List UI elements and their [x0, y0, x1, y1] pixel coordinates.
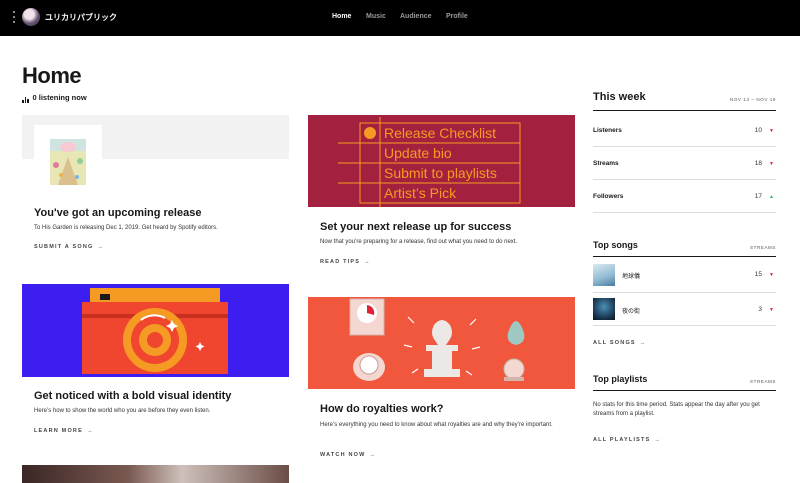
all-songs-link[interactable]: ALL SONGS → [593, 340, 645, 346]
card-description: To His Garden is releasing Dec 1, 2019. … [34, 225, 218, 231]
checklist-item-4: Artist’s Pick [384, 185, 457, 201]
song-artwork [593, 264, 615, 286]
divider [593, 292, 776, 293]
royalties-card[interactable]: How do royalties work? Here’s everything… [308, 297, 575, 462]
arrow-right-icon: → [654, 437, 660, 443]
nav-tab-profile[interactable]: Profile [446, 13, 468, 20]
listeners-value: 10 [754, 127, 762, 134]
divider [593, 212, 776, 213]
nav-tab-home[interactable]: Home [332, 13, 351, 20]
trend-down-icon: ▼ [769, 161, 774, 167]
royalties-image [308, 297, 575, 389]
arrow-right-icon: → [369, 452, 376, 458]
card-description: Now that you’re preparing for a release,… [320, 239, 518, 245]
song-title[interactable]: 夜の街 [622, 306, 640, 315]
song-title[interactable]: 地球儀 [622, 271, 640, 280]
song-streams: 15 [754, 271, 762, 278]
divider [593, 146, 776, 147]
more-menu-icon[interactable] [12, 11, 16, 25]
card-title: Get noticed with a bold visual identity [34, 390, 232, 402]
next-card-image[interactable] [22, 465, 289, 483]
followers-label: Followers [593, 193, 624, 200]
card-title: You've got an upcoming release [34, 207, 202, 219]
upcoming-release-card[interactable]: You've got an upcoming release To His Ga… [22, 115, 289, 250]
arrow-right-icon: → [86, 428, 93, 434]
release-tips-card[interactable]: Release Checklist Update bio Submit to p… [308, 115, 575, 270]
top-songs-title: Top songs [593, 240, 638, 250]
arrow-right-icon: → [97, 244, 104, 250]
all-playlists-link[interactable]: ALL PLAYLISTS → [593, 437, 660, 443]
divider [593, 390, 776, 391]
divider [593, 256, 776, 257]
song-streams: 3 [758, 306, 762, 313]
divider [593, 110, 776, 111]
camera-image [22, 284, 289, 377]
artist-name[interactable]: ユリカリパブリック [45, 12, 117, 23]
top-playlists-title: Top playlists [593, 374, 648, 384]
arrow-right-icon: → [364, 259, 370, 265]
streams-label: Streams [593, 160, 619, 167]
followers-value: 17 [754, 193, 762, 200]
release-artwork [34, 125, 102, 197]
submit-song-link[interactable]: SUBMIT A SONG → [34, 244, 103, 250]
card-title: Set your next release up for success [320, 221, 512, 233]
this-week-title: This week [593, 91, 646, 103]
artist-avatar[interactable] [22, 8, 40, 26]
streams-value: 18 [754, 160, 762, 167]
arrow-right-icon: → [639, 340, 646, 346]
playlists-empty-note: No stats for this time period. Stats app… [593, 402, 760, 417]
trend-up-icon: ▲ [769, 194, 774, 200]
visual-identity-card[interactable]: Get noticed with a bold visual identity … [22, 284, 289, 439]
streams-column-label: STREAMS [750, 379, 776, 384]
nav-tab-music[interactable]: Music [366, 13, 386, 20]
trend-down-icon: ▼ [769, 272, 774, 278]
song-artwork [593, 298, 615, 320]
card-description: Here’s how to show the world who you are… [34, 408, 211, 414]
checklist-item-3: Submit to playlists [384, 165, 497, 181]
trend-down-icon: ▼ [769, 307, 774, 313]
page-title: Home [22, 63, 82, 88]
card-description: Here’s everything you need to know about… [320, 422, 553, 428]
top-bar: ユリカリパブリック Home Music Audience Profile [0, 0, 800, 36]
divider [593, 325, 776, 326]
divider [593, 179, 776, 180]
learn-more-link[interactable]: LEARN MORE → [34, 428, 92, 434]
release-checklist-image: Release Checklist Update bio Submit to p… [308, 115, 575, 207]
checklist-item-1: Release Checklist [384, 125, 496, 141]
card-title: How do royalties work? [320, 403, 444, 415]
date-range: NOV 13 – NOV 19 [729, 97, 776, 102]
nav-tab-audience[interactable]: Audience [400, 13, 432, 20]
trend-down-icon: ▼ [769, 128, 774, 134]
live-bars-icon [22, 94, 30, 103]
watch-now-link[interactable]: WATCH NOW → [320, 452, 375, 458]
checklist-item-2: Update bio [384, 145, 452, 161]
streams-column-label: STREAMS [750, 245, 776, 250]
listening-now: 0 listening now [22, 93, 87, 103]
listeners-label: Listeners [593, 127, 622, 134]
read-tips-link[interactable]: READ TIPS → [320, 259, 370, 265]
